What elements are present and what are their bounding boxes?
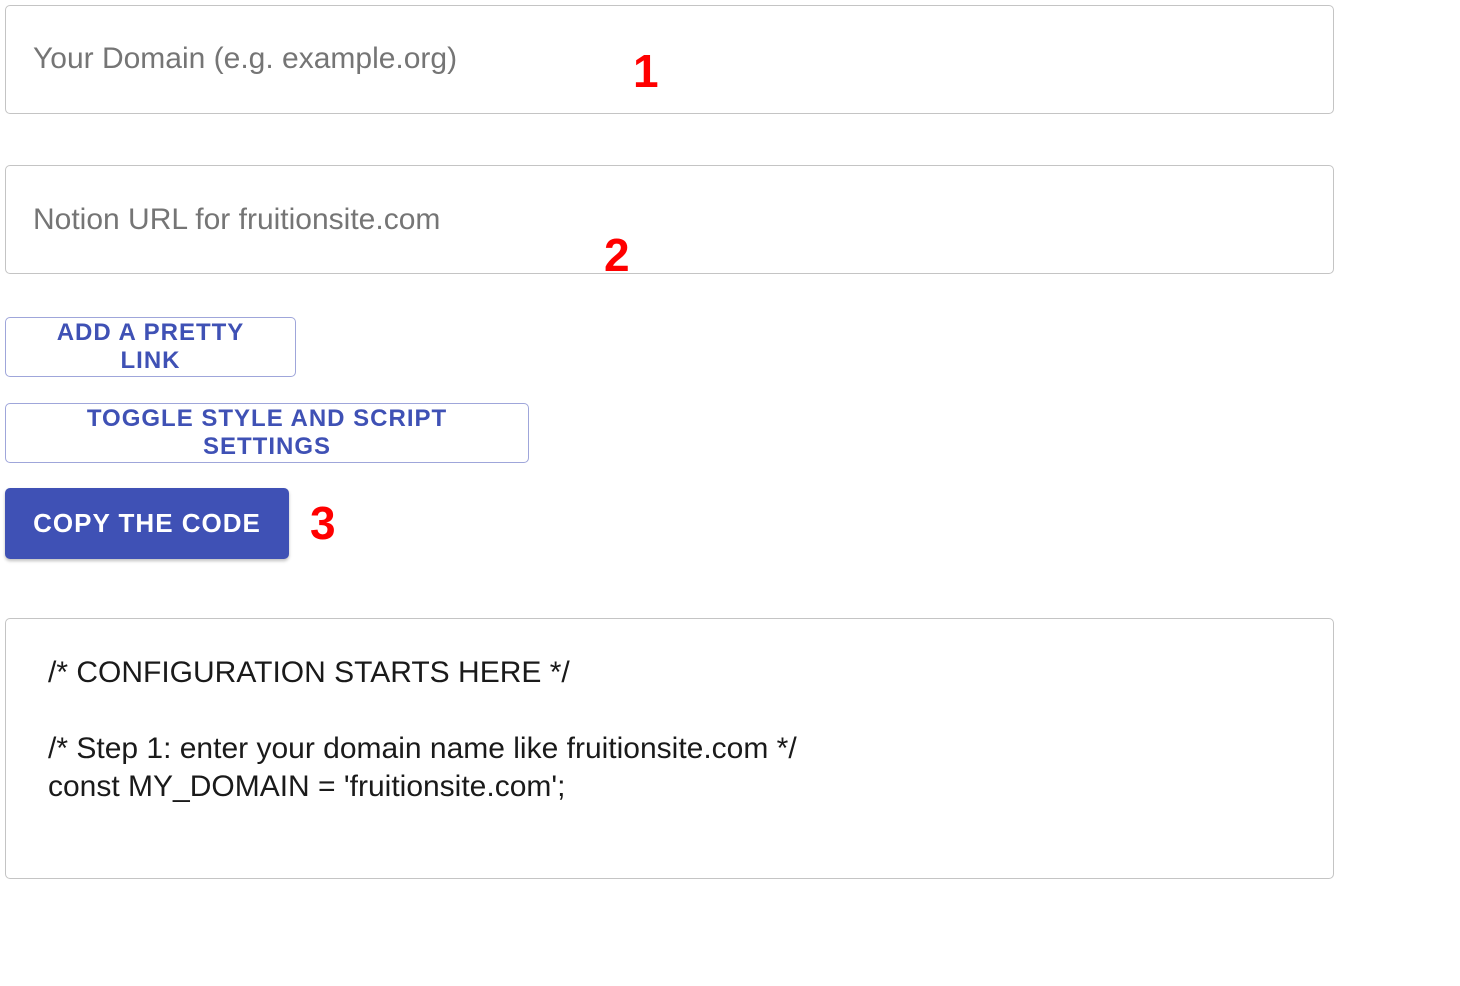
annotation-3: 3 [310,497,336,549]
code-box[interactable]: /* CONFIGURATION STARTS HERE */ /* Step … [5,618,1334,879]
notion-url-input[interactable] [6,166,1333,273]
annotation-2: 2 [604,229,630,281]
domain-field[interactable] [5,5,1334,114]
page: 1 2 ADD A PRETTY LINK TOGGLE STYLE AND S… [0,0,1460,986]
toggle-style-script-settings-button[interactable]: TOGGLE STYLE AND SCRIPT SETTINGS [5,403,529,463]
notion-url-field[interactable] [5,165,1334,274]
add-pretty-link-button[interactable]: ADD A PRETTY LINK [5,317,296,377]
code-textarea[interactable]: /* CONFIGURATION STARTS HERE */ /* Step … [6,619,1333,878]
copy-code-button[interactable]: COPY THE CODE [5,488,289,559]
domain-input[interactable] [6,6,1333,113]
annotation-1: 1 [633,45,659,97]
